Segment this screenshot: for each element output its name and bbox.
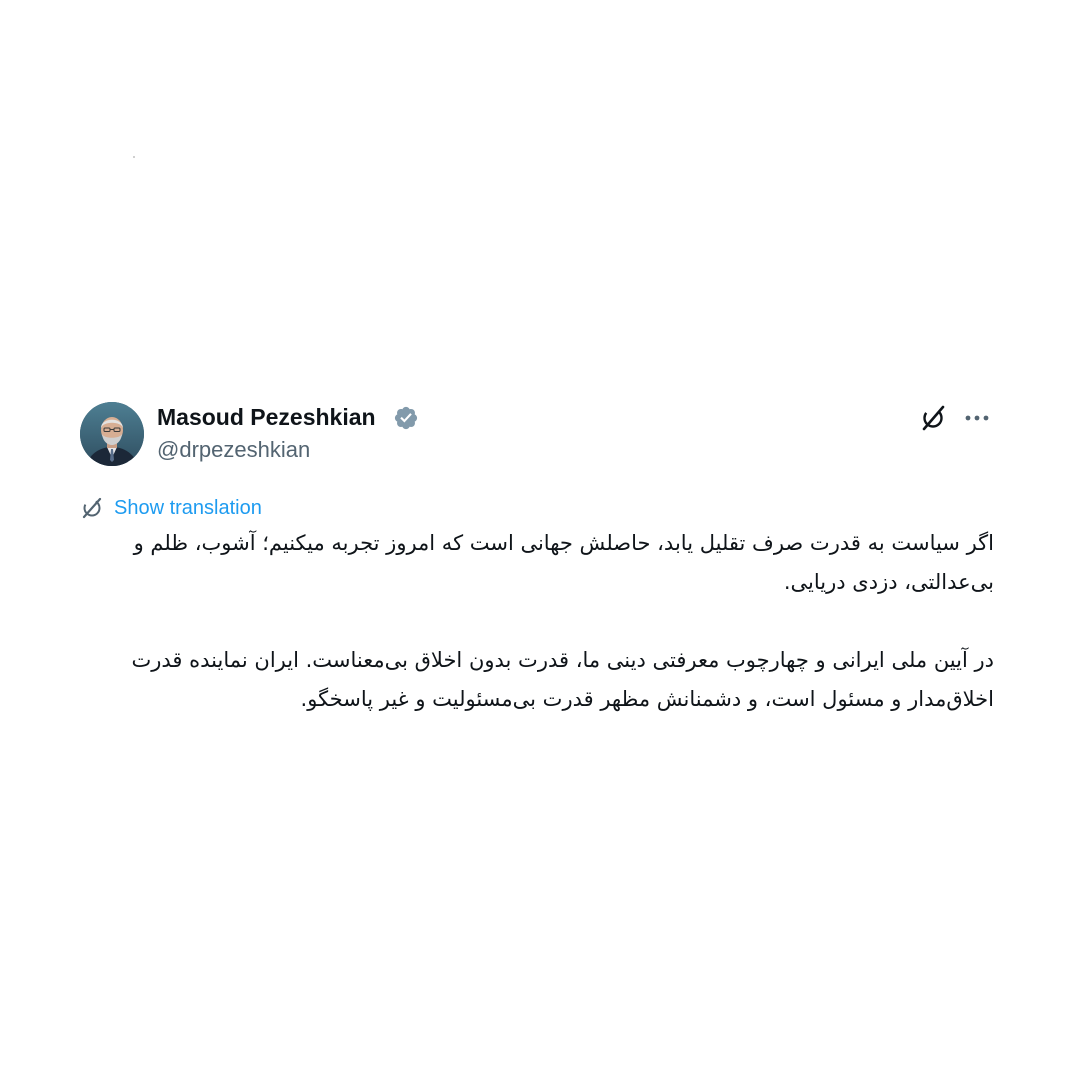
more-options-icon[interactable]: [962, 407, 992, 429]
show-translation-label[interactable]: Show translation: [114, 495, 262, 521]
avatar[interactable]: [80, 402, 144, 466]
tweet-paragraph: اگر سیاست به قدرت صرف تقلیل یابد، حاصلش …: [133, 531, 994, 594]
verified-badge-icon: [394, 406, 418, 430]
show-translation-link[interactable]: Show translation: [80, 494, 262, 522]
display-name[interactable]: Masoud Pezeshkian: [157, 403, 376, 431]
tweet-card: Masoud Pezeshkian @drpezeshkian Show tra…: [0, 0, 1080, 1080]
speck: [133, 156, 135, 158]
translate-icon: [82, 497, 102, 519]
tweet-text: اگر سیاست به قدرت صرف تقلیل یابد، حاصلش …: [82, 524, 994, 719]
grok-icon[interactable]: [920, 405, 946, 431]
user-handle[interactable]: @drpezeshkian: [157, 437, 310, 463]
tweet-paragraph: در آیین ملی ایرانی و چهارچوب معرفتی دینی…: [131, 648, 994, 711]
